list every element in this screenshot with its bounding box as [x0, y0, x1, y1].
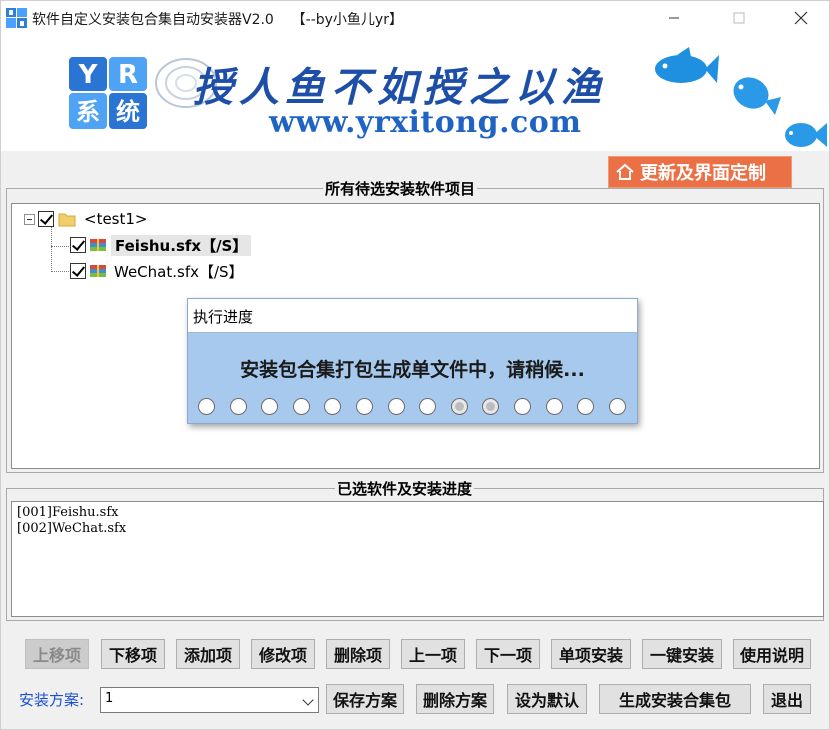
selected-group-title: 已选软件及安装进度 [335, 478, 475, 499]
tree-item-wechat[interactable]: WeChat.sfx【/S】 [70, 260, 244, 282]
banner: Y R 系 统 授人鱼不如授之以渔 www.yrxitong.com [1, 35, 829, 151]
progress-dots [198, 398, 626, 415]
delete-item-button[interactable]: 删除项 [326, 639, 390, 669]
fish-icon-2 [733, 77, 781, 115]
progress-dot [608, 398, 626, 415]
minimize-icon [669, 17, 679, 19]
exit-button[interactable]: 退出 [763, 684, 811, 714]
scheme-value: 1 [105, 691, 114, 706]
progress-dot [355, 398, 373, 415]
tree-root-label: <test1> [84, 210, 148, 228]
maximize-icon [733, 12, 745, 24]
logo-char-xi: 系 [76, 98, 100, 126]
banner-url: www.yrxitong.com [269, 105, 582, 140]
fish-icon-3 [785, 123, 827, 147]
tree-root[interactable]: <test1> [24, 208, 148, 230]
root-checkbox[interactable] [38, 211, 54, 227]
update-button-label: 更新及界面定制 [640, 163, 766, 184]
selected-list-item: [001]Feishu.sfx [17, 505, 119, 520]
tree-item-label: WeChat.sfx【/S】 [114, 262, 244, 281]
title-bar: 软件自定义安装包合集自动安装器V2.0 【--by小鱼儿yr】 [1, 1, 829, 35]
scheme-label: 安装方案: [19, 691, 85, 709]
folder-icon [58, 213, 76, 227]
logo-letter-r: R [118, 60, 138, 90]
app-window: 软件自定义安装包合集自动安装器V2.0 【--by小鱼儿yr】 Y R 系 统 [0, 0, 830, 730]
minimize-button[interactable] [651, 1, 697, 35]
delete-scheme-button[interactable]: 删除方案 [416, 684, 494, 714]
selected-list-item: [002]WeChat.sfx [17, 521, 127, 536]
feishu-checkbox[interactable] [70, 237, 86, 253]
wechat-checkbox[interactable] [70, 263, 86, 279]
progress-dot [292, 398, 310, 415]
package-icon [90, 239, 106, 251]
one-click-install-button[interactable]: 一键安装 [642, 639, 722, 669]
selected-list[interactable]: [001]Feishu.sfx [002]WeChat.sfx [11, 501, 824, 617]
single-install-button[interactable]: 单项安装 [551, 639, 631, 669]
progress-dot [577, 398, 595, 415]
home-icon [616, 163, 634, 180]
tree-line [51, 225, 52, 272]
author-tag: 【--by小鱼儿yr】 [291, 12, 403, 28]
maximize-button[interactable] [716, 1, 762, 35]
close-button[interactable] [778, 1, 824, 35]
save-scheme-button[interactable]: 保存方案 [326, 684, 404, 714]
window-title: 软件自定义安装包合集自动安装器V2.0 [32, 12, 274, 28]
set-default-button[interactable]: 设为默认 [507, 684, 587, 714]
progress-dot [482, 398, 500, 415]
progress-dot [513, 398, 531, 415]
tree-item-feishu[interactable]: Feishu.sfx【/S】 [70, 234, 252, 256]
progress-dot [324, 398, 342, 415]
help-button[interactable]: 使用说明 [733, 639, 811, 669]
logo-char-tong: 统 [116, 98, 140, 126]
tree-line [51, 246, 71, 247]
logo-letter-y: Y [78, 60, 99, 90]
progress-dialog: 执行进度 安装包合集打包生成单文件中，请稍候... [187, 298, 638, 424]
scheme-select[interactable]: 1 [100, 687, 319, 713]
progress-dot [198, 398, 215, 415]
yr-logo: Y R 系 统 [69, 57, 147, 129]
tree-item-label: Feishu.sfx【/S】 [111, 234, 252, 256]
update-customize-button[interactable]: 更新及界面定制 [608, 156, 792, 188]
progress-dot [387, 398, 405, 415]
prev-item-button[interactable]: 上一项 [401, 639, 465, 669]
software-group-title: 所有待选安装软件项目 [323, 178, 478, 199]
build-bundle-button[interactable]: 生成安装合集包 [599, 684, 751, 714]
progress-dot [419, 398, 437, 415]
progress-dot [450, 398, 468, 415]
package-icon [90, 265, 106, 277]
app-icon [6, 8, 27, 28]
progress-dot [545, 398, 563, 415]
progress-message: 安装包合集打包生成单文件中，请稍候... [240, 359, 585, 381]
edit-item-button[interactable]: 修改项 [251, 639, 315, 669]
chevron-down-icon[interactable] [302, 694, 314, 706]
move-down-button[interactable]: 下移项 [101, 639, 165, 669]
progress-dialog-title: 执行进度 [188, 299, 637, 333]
next-item-button[interactable]: 下一项 [476, 639, 540, 669]
add-item-button[interactable]: 添加项 [176, 639, 240, 669]
fish-icon [655, 47, 719, 83]
progress-dot [261, 398, 279, 415]
progress-dot [229, 398, 247, 415]
tree-line [51, 271, 71, 272]
move-up-button[interactable]: 上移项 [25, 639, 89, 669]
collapse-icon[interactable] [24, 213, 35, 225]
close-icon [794, 11, 808, 25]
